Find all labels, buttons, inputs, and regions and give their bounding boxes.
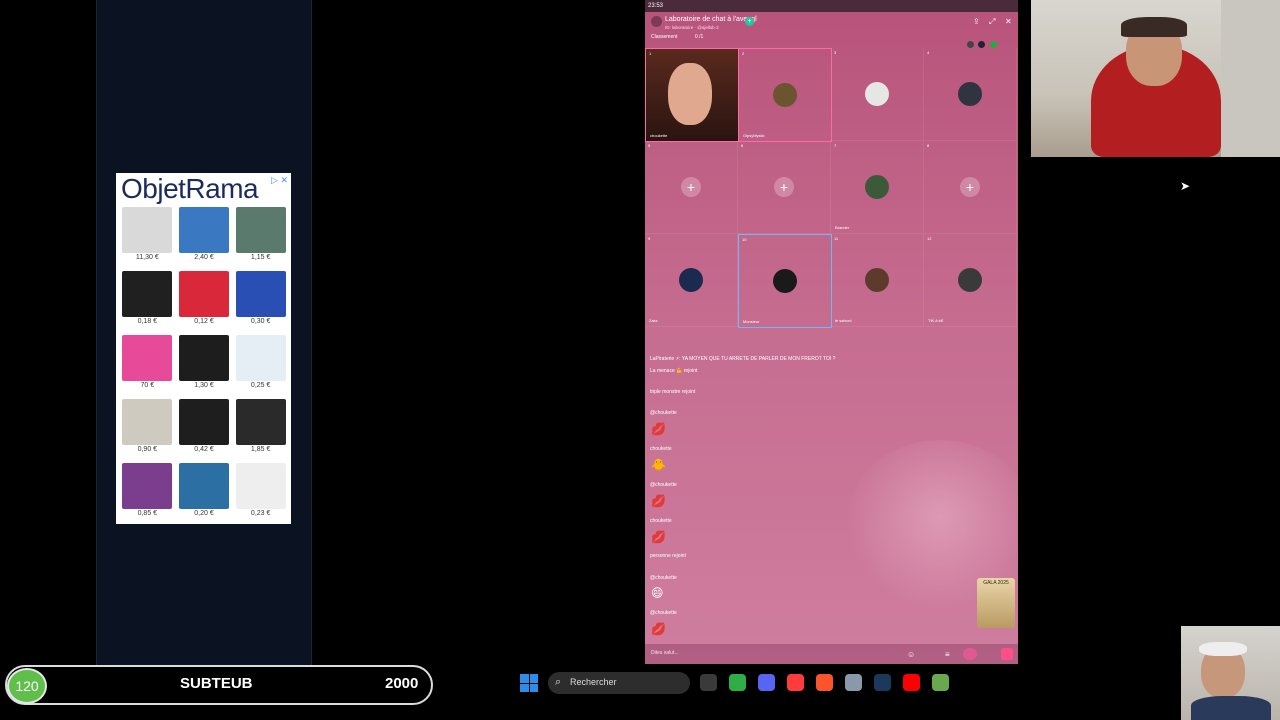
ad-product-price: 0,85 € — [137, 510, 158, 517]
ad-product-price: 1,15 € — [250, 254, 271, 261]
stream-app-icon[interactable] — [932, 674, 949, 691]
white-pen-icon — [235, 463, 286, 509]
present-icon[interactable] — [1001, 648, 1013, 660]
ad-product[interactable]: 0,23 € — [232, 463, 289, 518]
ad-product-price: 0,18 € — [137, 318, 158, 325]
ad-product[interactable]: 0,30 € — [232, 271, 289, 326]
card-holder-icon — [178, 271, 229, 317]
subgoal-target: 2000 — [385, 675, 419, 692]
level-badge: 120 — [7, 668, 47, 704]
ad-product-price: 11,30 € — [135, 254, 159, 261]
chat-message: choukette — [650, 518, 672, 524]
ad-product-price: 0,30 € — [250, 318, 271, 325]
chat-message: LaPiraterie ⚡: YA MOYEN QUE TU ARRETE DE… — [650, 356, 836, 362]
lanyard-icon — [122, 271, 173, 317]
chat-feed: LaPiraterie ⚡: YA MOYEN QUE TU ARRETE DE… — [645, 0, 1018, 664]
system-settings-icon[interactable] — [845, 674, 862, 691]
wallet-icon — [178, 335, 229, 381]
youtube-icon[interactable] — [903, 674, 920, 691]
advertisement[interactable]: ObjetRama ▷ ✕ 11,30 € 2,40 € 1,15 € 0,18 € 0… — [116, 173, 291, 524]
chat-message: triple monstre rejoint — [650, 389, 696, 395]
file-explorer-icon[interactable] — [700, 674, 717, 691]
mug-icon — [235, 399, 286, 445]
live-room-app: 23:53 Laboratoire de chat à l'aveugl + I… — [645, 0, 1018, 664]
discord-icon[interactable] — [758, 674, 775, 691]
person-cap — [1121, 17, 1187, 37]
lips-gift-icon: 💋 — [651, 530, 666, 544]
subgoal-name: SUBTEUB — [180, 675, 253, 692]
ad-product-price: 0,20 € — [194, 510, 214, 517]
guest-cap — [1199, 642, 1247, 656]
streamer-webcam — [1031, 0, 1280, 157]
ad-product[interactable]: 2,40 € — [176, 207, 233, 262]
ad-product[interactable]: 0,85 € — [119, 463, 176, 518]
ad-product[interactable]: 1,15 € — [232, 207, 289, 262]
lips-gift-icon: 💋 — [651, 622, 666, 636]
lips-gift-icon: 💋 — [651, 494, 666, 508]
gift-icon[interactable] — [963, 648, 977, 660]
ad-product[interactable]: 0,12 € — [176, 271, 233, 326]
chat-message: personne rejoint — [650, 553, 686, 559]
ad-close-icon[interactable]: ▷ ✕ — [271, 175, 288, 186]
boat-photo-icon — [178, 463, 229, 509]
black-pen-icon — [178, 399, 229, 445]
ad-product[interactable]: 1,85 € — [232, 399, 289, 454]
search-placeholder: Rechercher — [570, 677, 617, 687]
chat-message: choukette — [650, 446, 672, 452]
ad-product-price: 2,40 € — [194, 254, 214, 261]
ad-product[interactable]: 0,42 € — [176, 399, 233, 454]
brave-icon[interactable] — [816, 674, 833, 691]
ad-product[interactable]: 11,30 € — [119, 207, 176, 262]
ad-product-price: 1,30 € — [194, 382, 214, 389]
ad-product-price: 0,42 € — [194, 446, 214, 453]
mouse-cursor-icon: ➤ — [1180, 179, 1191, 193]
app-green-icon[interactable] — [729, 674, 746, 691]
windows-start-icon[interactable] — [520, 674, 538, 692]
emoji-gift-icon: 🐥 — [651, 458, 666, 472]
ad-product-price: 0,12 € — [194, 318, 214, 325]
search-icon: ⌕ — [555, 676, 562, 688]
bag-icon — [235, 207, 286, 253]
notebook-icon — [122, 463, 173, 509]
chat-input[interactable]: Dites salut... — [651, 650, 679, 656]
ad-product[interactable]: 0,90 € — [119, 399, 176, 454]
emoji-gift-icon: 😄 — [651, 586, 664, 600]
chat-message: @choukette — [650, 575, 677, 581]
guest-webcam — [1181, 626, 1280, 720]
emoji-icon[interactable]: ☺ — [907, 650, 915, 659]
chat-message: @choukette — [650, 482, 677, 488]
ad-product[interactable]: 0,25 € — [232, 335, 289, 390]
keychain-icon — [235, 271, 286, 317]
settings-app-icon[interactable] — [787, 674, 804, 691]
ad-product[interactable]: 0,20 € — [176, 463, 233, 518]
window-blinds — [1221, 0, 1280, 157]
pink-lanyard-icon — [122, 335, 173, 381]
ad-product[interactable]: 70 € — [119, 335, 176, 390]
pen-icon — [122, 207, 173, 253]
ad-product[interactable]: 0,18 € — [119, 271, 176, 326]
chat-message: La menace 💪 rejoint — [650, 368, 698, 374]
lips-gift-icon: 💋 — [651, 422, 666, 436]
ad-brand[interactable]: ObjetRama — [121, 173, 289, 205]
ad-product-price: 1,85 € — [250, 446, 271, 453]
bottle-icon — [178, 207, 229, 253]
chat-message: @choukette — [650, 410, 677, 416]
gala-label: GALA 2025 — [983, 580, 1009, 586]
ad-product-price: 70 € — [140, 382, 155, 389]
ad-products: 11,30 € 2,40 € 1,15 € 0,18 € 0,12 € 0,30 € 70 … — [119, 207, 289, 518]
guest-shirt — [1191, 696, 1271, 720]
ad-product-price: 0,90 € — [137, 446, 158, 453]
ad-product-price: 0,23 € — [250, 510, 271, 517]
chat-message: @choukette — [650, 610, 677, 616]
ad-product-price: 0,25 € — [250, 382, 271, 389]
menu-icon[interactable]: ≡ — [945, 650, 950, 659]
ad-product[interactable]: 1,30 € — [176, 335, 233, 390]
steam-icon[interactable] — [874, 674, 891, 691]
calendar-icon — [235, 335, 286, 381]
cap-icon — [122, 399, 173, 445]
